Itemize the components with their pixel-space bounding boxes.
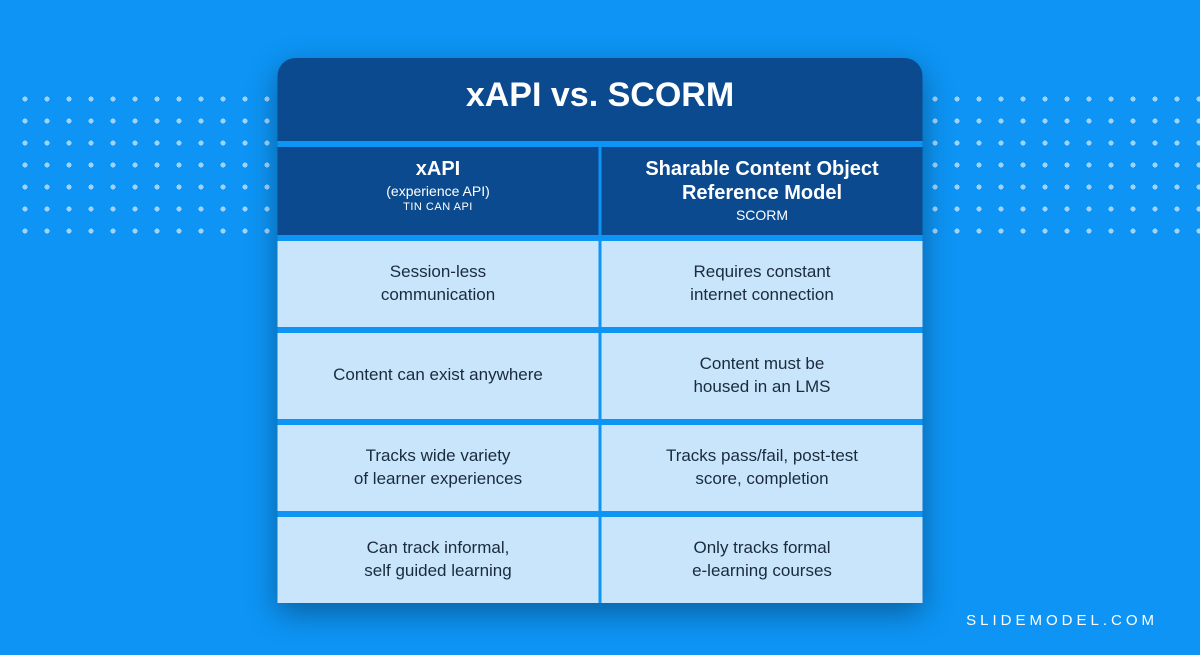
slide-title: xAPI vs. SCORM — [278, 58, 923, 141]
cell-scorm-3: Only tracks formal e-learning courses — [602, 517, 923, 603]
cell-xapi-1: Content can exist anywhere — [278, 333, 602, 419]
table-row: Can track informal, self guided learning… — [278, 517, 923, 603]
xapi-name: xAPI — [286, 157, 591, 181]
attribution: SLIDEMODEL.COM — [966, 612, 1158, 629]
cell-scorm-1: Content must be housed in an LMS — [602, 333, 923, 419]
cell-scorm-0: Requires constant internet connection — [602, 241, 923, 327]
comparison-card: xAPI vs. SCORM xAPI (experience API) TIN… — [278, 58, 923, 603]
xapi-subtitle: (experience API) — [286, 183, 591, 199]
decorative-dots-right — [880, 88, 1200, 243]
column-header-scorm: Sharable Content Object Reference Model … — [602, 147, 923, 235]
cell-scorm-2: Tracks pass/fail, post-test score, compl… — [602, 425, 923, 511]
cell-xapi-2: Tracks wide variety of learner experienc… — [278, 425, 602, 511]
column-header-row: xAPI (experience API) TIN CAN API Sharab… — [278, 147, 923, 235]
cell-xapi-0: Session-less communication — [278, 241, 602, 327]
decorative-dots-left — [14, 88, 274, 243]
column-header-xapi: xAPI (experience API) TIN CAN API — [278, 147, 602, 235]
table-row: Tracks wide variety of learner experienc… — [278, 425, 923, 511]
cell-xapi-3: Can track informal, self guided learning — [278, 517, 602, 603]
table-row: Session-less communication Requires cons… — [278, 241, 923, 327]
scorm-subtitle: SCORM — [610, 207, 915, 223]
scorm-name: Sharable Content Object Reference Model — [610, 157, 915, 205]
table-row: Content can exist anywhere Content must … — [278, 333, 923, 419]
xapi-tag: TIN CAN API — [286, 201, 591, 213]
